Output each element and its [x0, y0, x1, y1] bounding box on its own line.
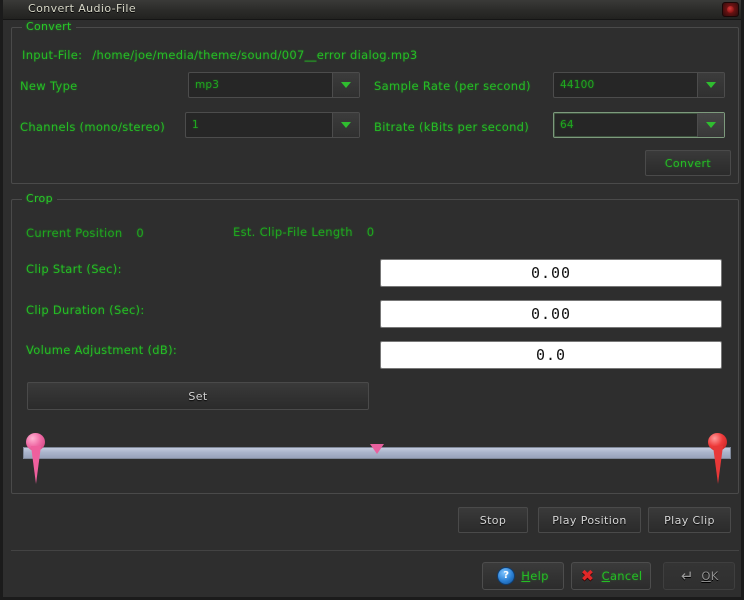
ok-button-label: OK	[701, 569, 719, 583]
channels-combo[interactable]: 1	[185, 112, 360, 138]
channels-value: 1	[192, 119, 199, 131]
channels-label: Channels (mono/stereo)	[20, 120, 166, 134]
pin-needle-icon	[713, 446, 723, 484]
ok-button[interactable]: ↵ OK	[663, 562, 735, 590]
footer-divider	[11, 550, 739, 551]
input-file-value: /home/joe/media/theme/sound/007__error d…	[92, 48, 418, 62]
help-button[interactable]: ? Help	[482, 562, 564, 590]
cancel-button-label: Cancel	[601, 569, 643, 583]
help-button-rest: elp	[530, 569, 549, 583]
clip-start-pin[interactable]	[23, 433, 49, 484]
play-position-button[interactable]: Play Position	[538, 507, 641, 533]
convert-audio-file-dialog: Convert Audio-File Convert Input-File: /…	[0, 0, 744, 600]
cancel-button-rest: ancel	[609, 569, 643, 583]
clip-duration-label: Clip Duration (Sec):	[26, 303, 145, 317]
current-position-label: Current Position 0	[26, 226, 145, 240]
playback-position-marker[interactable]	[370, 444, 384, 454]
est-clip-length-value: 0	[366, 225, 375, 239]
chevron-down-icon[interactable]	[332, 73, 359, 97]
clip-end-pin[interactable]	[705, 433, 731, 484]
new-type-label: New Type	[20, 79, 78, 93]
ok-button-rest: K	[710, 569, 719, 583]
title-bar: Convert Audio-File	[3, 0, 741, 20]
sample-rate-value: 44100	[560, 79, 595, 91]
bitrate-label: Bitrate (kBits per second)	[374, 120, 530, 134]
set-button[interactable]: Set	[27, 382, 369, 410]
bitrate-value: 64	[560, 119, 574, 131]
help-button-label: Help	[521, 569, 549, 583]
stop-button[interactable]: Stop	[458, 507, 528, 533]
clip-start-label: Clip Start (Sec):	[26, 262, 122, 276]
clip-duration-input[interactable]: 0.00	[380, 300, 722, 328]
sample-rate-label: Sample Rate (per second)	[374, 79, 531, 93]
clip-start-input[interactable]: 0.00	[380, 259, 722, 287]
input-file-label: Input-File: /home/joe/media/theme/sound/…	[22, 48, 418, 62]
convert-button[interactable]: Convert	[645, 150, 731, 176]
enter-arrow-icon: ↵	[680, 566, 694, 585]
current-position-value: 0	[136, 226, 145, 240]
volume-adjustment-label: Volume Adjustment (dB):	[26, 343, 178, 357]
bitrate-combo[interactable]: 64	[553, 112, 725, 138]
est-clip-length-label: Est. Clip-File Length 0	[233, 225, 375, 239]
new-type-combo[interactable]: mp3	[188, 72, 360, 98]
sample-rate-combo[interactable]: 44100	[553, 72, 725, 98]
window-title: Convert Audio-File	[28, 2, 137, 15]
chevron-down-icon[interactable]	[332, 113, 359, 137]
close-icon[interactable]	[722, 2, 739, 17]
volume-adjustment-input[interactable]: 0.0	[380, 341, 722, 369]
chevron-down-icon[interactable]	[697, 113, 724, 137]
new-type-value: mp3	[195, 79, 220, 91]
question-circle-icon: ?	[497, 567, 516, 585]
convert-group-legend: Convert	[22, 20, 76, 33]
chevron-down-icon[interactable]	[697, 73, 724, 97]
x-icon: ✖	[580, 566, 595, 585]
play-clip-button[interactable]: Play Clip	[648, 507, 731, 533]
cancel-button[interactable]: ✖ Cancel	[571, 562, 651, 590]
crop-group-legend: Crop	[22, 192, 57, 205]
pin-needle-icon	[31, 446, 41, 484]
